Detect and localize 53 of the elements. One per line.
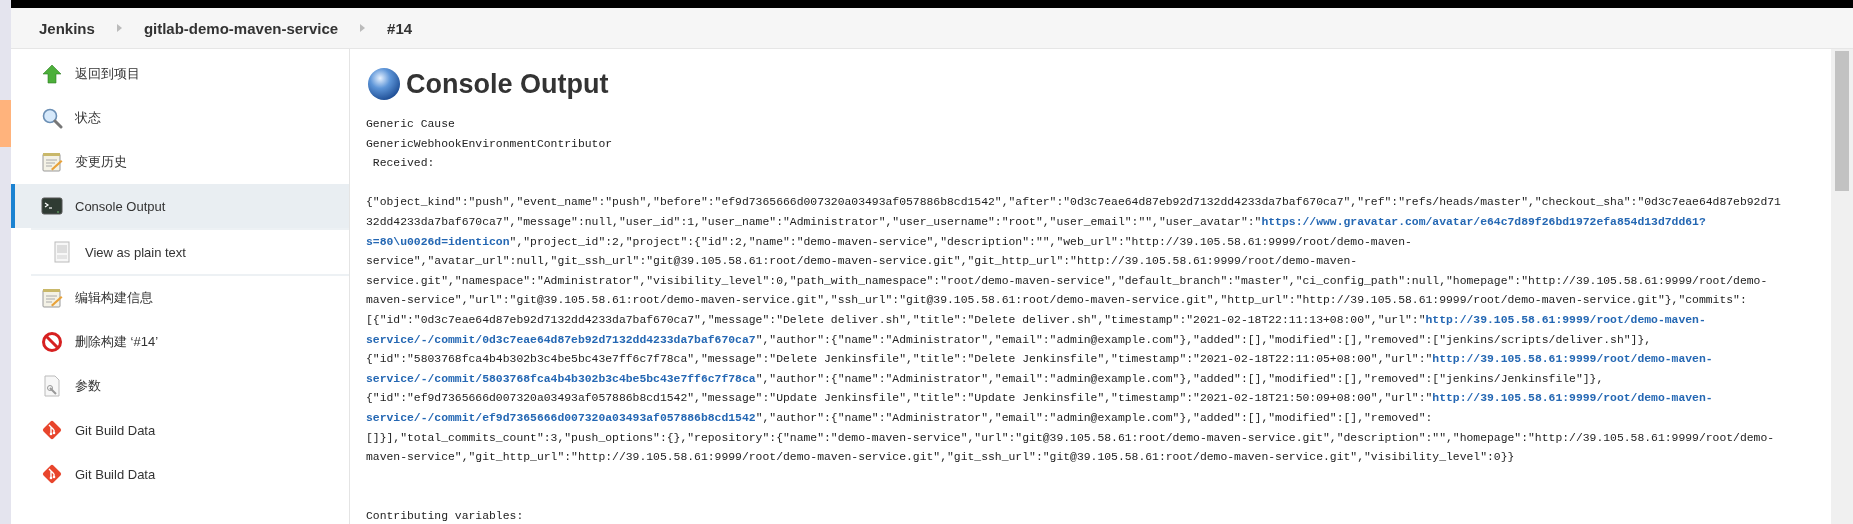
link[interactable]: service/-/commit/0d3c7eae64d87eb92d7132dd4233da7baf670ca7 [366,333,756,346]
console-line: Received: [371,156,435,172]
page-title: Console Output [406,68,609,100]
console-line: Contributing variables: [366,508,524,524]
breadcrumb-link[interactable]: gitlab-demo-maven-service [143,19,339,37]
caret-icon [116,24,122,32]
console-line: [{"id":"0d3c7eae64d87eb92d7132dd4233da7baf670ca7","message":"Delete deliver.sh","title":"Delete deliver.sh","timestamp":"2021-02-18T22:11:13+08:00","url":"http://39.105.58.61:9999/root/demo-maven- [366,312,1706,328]
document-wrench-icon [41,375,63,397]
link[interactable]: service/-/commit/5803768fca4b4b302b3c4be5bc43e7ff6c7f78ca [366,372,756,385]
console-line: GenericWebhookEnvironmentContributor [366,136,613,152]
link[interactable]: https://www.gravatar.com/avatar/e64c7d89f26bd1972efa854d13d7dd61? [1261,215,1706,228]
console-line: {"id":"ef9d7365666d007320a03493af057886b8cd1542","message":"Update Jenkinsfile","title":"Update Jenkinsfile","timestamp":"2021-02-18T21:50:09+08:00","url":"http://39.105.58.61:9999/root/demo-maven- [366,391,1713,407]
link[interactable]: service/-/commit/ef9d7365666d007320a03493af057886b8cd1542 [366,411,756,424]
sidebar-item[interactable]: 删除构建 ‘#14’ [11,320,349,364]
console-line: {"id":"5803768fca4b4b302b3c4be5bc43e7ff6c7f78ca","message":"Delete Jenkinsfile","title":"Delete Jenkinsfile","timestamp":"2021-02-18T22:11:05+08:00","url":"http://39.105.58.61:9999/root/demo-maven- [366,352,1713,368]
document-icon [51,241,73,263]
console-line: []}],"total_commits_count":3,"push_options":{},"repository":{"name":"demo-maven-service","url":"git@39.105.58.61:root/demo-maven-service.git","description":"","homepage":"http://39.105.58.61:9999/root/demo- [366,430,1775,446]
console-line: service/-/commit/5803768fca4b4b302b3c4be5bc43e7ff6c7f78ca","author":{"name":"Administrator","email":"admin@example.com"},"added":[],"modified":[],"removed":["jenkins/Jenkinsfile"]}, [366,371,1604,387]
no-entry-icon [41,331,63,353]
sphere-icon [366,66,402,102]
sidebar-item[interactable]: View as plain text [31,230,349,274]
sidebar-item[interactable]: Console Output [11,184,349,228]
link[interactable]: s=80\u0026d=identicon [366,235,510,248]
up-arrow-icon [41,63,63,85]
sidebar-item[interactable]: Git Build Data [11,452,349,496]
notepad-icon [41,151,63,173]
console-line: {"object_kind":"push","event_name":"push","before":"ef9d7365666d007320a03493af057886b8cd1542","after":"0d3c7eae64d87eb92d7132dd4233da7baf670ca7","ref":"refs/heads/master","checkout_sha":"0d3c7eae64d87eb92d71 [366,195,1781,211]
console-line: 32dd4233da7baf670ca7","message":null,"user_id":1,"user_name":"Administrator","user_username":"root","user_email":"","user_avatar":"https://www.gravatar.com/avatar/e64c7d89f26bd1972efa854d13d7dd61? [366,214,1706,230]
breadcrumb-link[interactable]: Jenkins [39,19,95,37]
scrollbar[interactable] [1831,49,1853,524]
console-line: s=80\u0026d=identicon","project_id":2,"project":{"id":2,"name":"demo-maven-service","description":"","web_url":"http://39.105.58.61:9999/root/demo-maven- [366,234,1412,250]
sidebar-item[interactable]: 参数 [11,364,349,408]
console-line: maven-service","url":"git@39.105.58.61:root/demo-maven-service.git","ssh_url":"git@39.105.58.61:root/demo-maven-service.git","http_url":"http://39.105.58.61:9999/root/demo-maven-service.git"},"commits": [366,293,1747,309]
console-line: service.git","namespace":"Administrator","visibility_level":0,"path_with_namespace":"root/demo-maven-service","default_branch":"master","ci_config_path":null,"homepage":"http://39.105.58.61:9999/root/demo- [366,273,1768,289]
sidebar-item[interactable]: 编辑构建信息 [11,276,349,320]
console-line: maven-service","git_http_url":"http://39.105.58.61:9999/root/demo-maven-service.git","git_ssh_url":"git@39.105.58.61:root/demo-maven-service.git","visibility_level":0}} [366,450,1515,466]
console-line: Generic Cause [366,117,455,132]
notepad-icon [41,287,63,309]
link[interactable]: http://39.105.58.61:9999/root/demo-maven- [1432,392,1713,405]
link[interactable]: http://39.105.58.61:9999/root/demo-maven- [1425,313,1706,326]
caret-icon [360,24,366,32]
sidebar-item[interactable]: 返回到项目 [11,52,349,96]
breadcrumb-link[interactable]: #14 [387,19,413,37]
sidebar-item[interactable]: Git Build Data [11,408,349,452]
sidebar-item[interactable]: 状态 [11,96,349,140]
sidebar-item[interactable]: 变更历史 [11,140,349,184]
console-line: service/-/commit/0d3c7eae64d87eb92d7132dd4233da7baf670ca7","author":{"name":"Administrator","email":"admin@example.com"},"added":[],"modified":[],"removed":["jenkins/scripts/deliver.sh"]}, [366,332,1652,348]
console-line: service","avatar_url":null,"git_ssh_url":"git@39.105.58.61:root/demo-maven-service.git","git_http_url":"http://39.105.58.61:9999/root/demo-maven- [366,254,1358,270]
scrollbar-thumb[interactable] [1835,51,1849,191]
terminal-icon [41,195,63,217]
console-line: service/-/commit/ef9d7365666d007320a03493af057886b8cd1542","author":{"name":"Administrator","email":"admin@example.com"},"added":[],"modified":[],"removed": [366,410,1433,426]
search-icon [41,107,63,129]
link[interactable]: http://39.105.58.61:9999/root/demo-maven- [1432,353,1713,366]
